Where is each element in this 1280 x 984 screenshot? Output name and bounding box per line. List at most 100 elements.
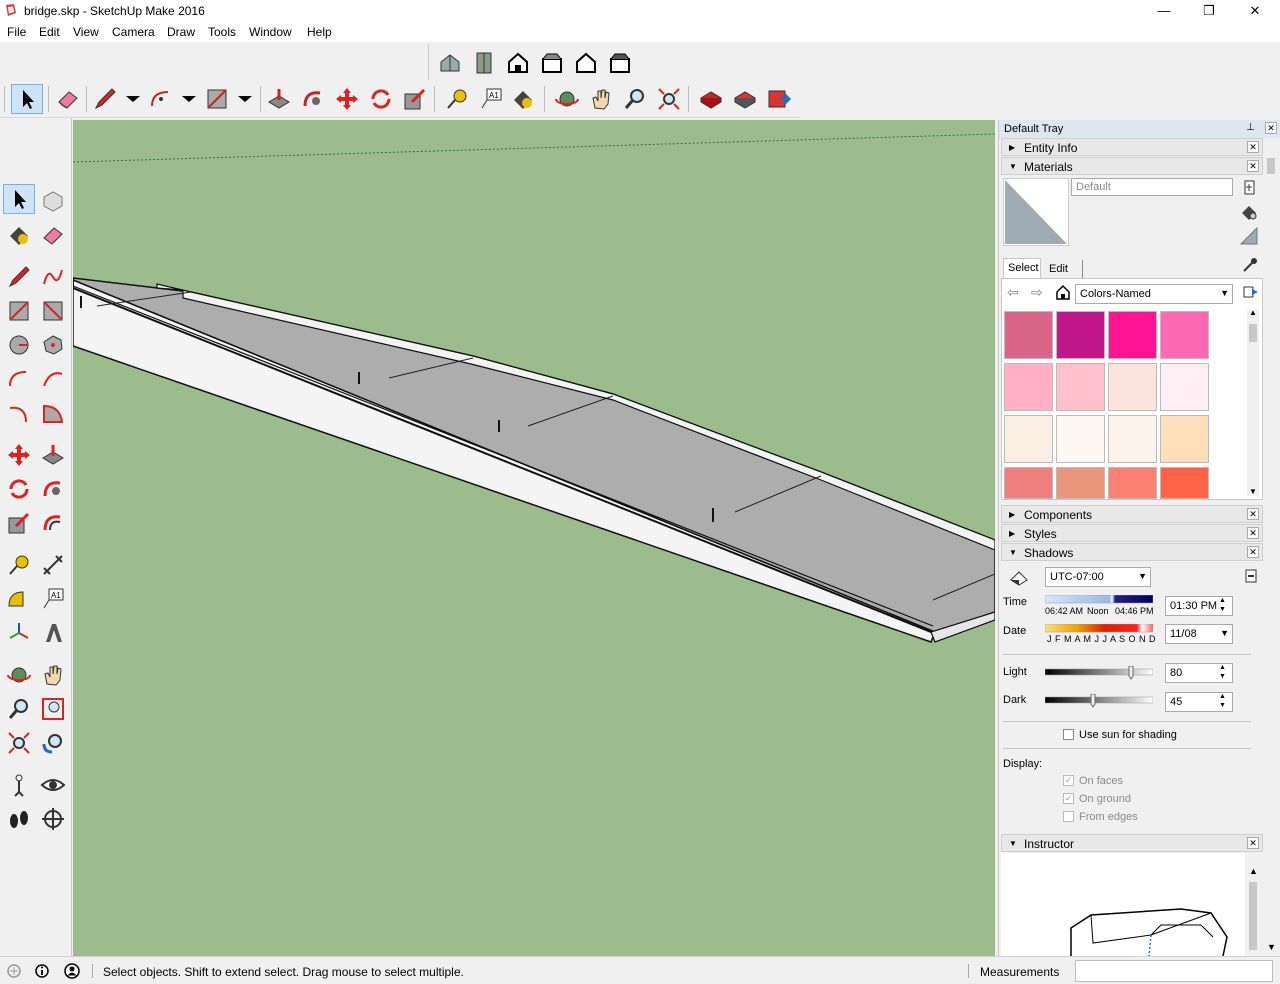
follow-me-icon[interactable] [40, 476, 66, 502]
light-spinner-icon[interactable]: ▲ ▼ [1219, 663, 1226, 681]
instructor-scroll-thumb[interactable] [1249, 882, 1257, 950]
tray-close-button[interactable]: ✕ [1265, 122, 1277, 134]
dark-slider[interactable] [1045, 694, 1153, 708]
pencil-icon[interactable] [6, 264, 32, 290]
details-arrow-icon[interactable] [1243, 284, 1259, 300]
eraser-icon[interactable] [40, 222, 66, 248]
protractor-icon[interactable] [6, 586, 32, 612]
left-view-icon[interactable] [607, 50, 633, 76]
rotate-icon[interactable] [6, 476, 32, 502]
iso-view-icon[interactable] [437, 50, 463, 76]
date-field[interactable]: 11/08 ▼ [1165, 624, 1233, 644]
material-swatch[interactable] [1056, 467, 1105, 499]
offset-icon[interactable] [40, 510, 66, 536]
close-icon[interactable]: ✕ [1247, 837, 1259, 849]
paint-bucket-icon[interactable] [6, 222, 32, 248]
scale-icon[interactable] [402, 86, 428, 112]
position-camera-icon[interactable] [6, 772, 32, 798]
share-model-icon[interactable] [732, 86, 758, 112]
home-icon[interactable] [1055, 284, 1071, 300]
chevron-down-icon[interactable]: ▼ [1267, 942, 1276, 952]
scale-icon[interactable] [6, 510, 32, 536]
zoom-extents-icon[interactable] [656, 86, 682, 112]
orbit-icon[interactable] [554, 86, 580, 112]
menu-file[interactable]: File [7, 25, 26, 39]
close-icon[interactable]: ✕ [1247, 508, 1259, 520]
on-faces-checkbox[interactable]: ✓ [1063, 775, 1074, 786]
chevron-down-icon[interactable] [232, 86, 258, 112]
styles-header[interactable]: ▶ Styles ✕ [1001, 524, 1263, 542]
chevron-down-icon[interactable] [176, 86, 202, 112]
menu-edit[interactable]: Edit [39, 25, 60, 39]
time-spinner-icon[interactable]: ▲ ▼ [1219, 596, 1226, 614]
pan-hand-icon[interactable] [40, 662, 66, 688]
follow-me-icon[interactable] [300, 86, 326, 112]
use-sun-checkbox[interactable] [1063, 729, 1074, 740]
text-tool-icon[interactable]: A1 [478, 86, 504, 112]
scroll-thumb[interactable] [1249, 324, 1257, 342]
material-swatch[interactable] [1160, 415, 1209, 463]
rotate-icon[interactable] [368, 86, 394, 112]
forward-arrow-icon[interactable]: ⇨ [1031, 284, 1043, 301]
default-material-icon[interactable] [1239, 226, 1259, 246]
pie-icon[interactable] [40, 400, 66, 426]
instructor-header[interactable]: ▼ Instructor ✕ [1001, 834, 1263, 852]
close-icon[interactable]: ✕ [1247, 527, 1259, 539]
chevron-up-icon[interactable]: ▲ [1249, 866, 1258, 876]
arc-icon[interactable] [6, 366, 32, 392]
eraser-icon[interactable] [55, 86, 81, 112]
drawing-viewport[interactable] [73, 120, 995, 956]
two-point-arc-icon[interactable] [40, 366, 66, 392]
material-swatch[interactable] [1056, 415, 1105, 463]
close-icon[interactable]: ✕ [1247, 160, 1259, 172]
maximize-button[interactable]: ❐ [1186, 0, 1232, 22]
close-icon[interactable]: ✕ [1247, 546, 1259, 558]
arc-icon[interactable] [148, 86, 174, 112]
tray-scrollbar[interactable] [1265, 158, 1277, 956]
material-swatch[interactable] [1004, 467, 1053, 499]
paint-bucket-icon[interactable] [510, 86, 536, 112]
material-swatch[interactable] [1004, 363, 1053, 411]
tab-select[interactable]: Select [1003, 258, 1041, 278]
material-name-field[interactable]: Default [1071, 178, 1233, 196]
rotated-rectangle-icon[interactable] [40, 298, 66, 324]
time-slider[interactable] [1045, 595, 1153, 605]
paint-bucket-icon[interactable] [1239, 202, 1259, 222]
material-swatch[interactable] [1056, 363, 1105, 411]
light-slider[interactable] [1045, 666, 1153, 680]
minimize-button[interactable]: — [1141, 0, 1187, 22]
components-header[interactable]: ▶ Components ✕ [1001, 505, 1263, 523]
shadow-toggle-icon[interactable] [1009, 568, 1029, 586]
chevron-up-icon[interactable]: ▲ [1249, 308, 1257, 317]
timezone-select[interactable]: UTC-07:00 ▼ [1045, 567, 1151, 587]
entity-info-header[interactable]: ▶ Entity Info ✕ [1001, 138, 1263, 156]
front-view-icon[interactable] [505, 50, 531, 76]
pin-icon[interactable]: ⊥ [1246, 122, 1255, 133]
from-edges-checkbox[interactable] [1063, 811, 1074, 822]
look-around-icon[interactable] [40, 772, 66, 798]
make-component-icon[interactable] [40, 188, 66, 214]
circle-icon[interactable] [6, 332, 32, 358]
menu-camera[interactable]: Camera [112, 25, 155, 39]
polygon-icon[interactable] [40, 332, 66, 358]
shadows-header[interactable]: ▼ Shadows ✕ [1001, 543, 1263, 561]
rectangle-icon[interactable] [6, 298, 32, 324]
tape-measure-icon[interactable] [444, 86, 470, 112]
measurements-input[interactable] [1075, 960, 1273, 982]
select-tool-button[interactable] [3, 184, 35, 214]
material-swatch[interactable] [1108, 363, 1157, 411]
material-swatch[interactable] [1108, 311, 1157, 359]
material-swatch[interactable] [1004, 311, 1053, 359]
orbit-icon[interactable] [6, 662, 32, 688]
pencil-icon[interactable] [92, 86, 118, 112]
material-swatch[interactable] [1160, 311, 1209, 359]
3d-text-icon[interactable] [40, 620, 66, 646]
zoom-icon[interactable] [6, 696, 32, 722]
menu-tools[interactable]: Tools [208, 25, 236, 39]
push-pull-icon[interactable] [266, 86, 292, 112]
zoom-window-icon[interactable] [40, 696, 66, 722]
close-window-button[interactable]: ✕ [1232, 0, 1278, 22]
material-swatch[interactable] [1108, 467, 1157, 499]
on-ground-checkbox[interactable]: ✓ [1063, 793, 1074, 804]
axes-icon[interactable] [6, 620, 32, 646]
